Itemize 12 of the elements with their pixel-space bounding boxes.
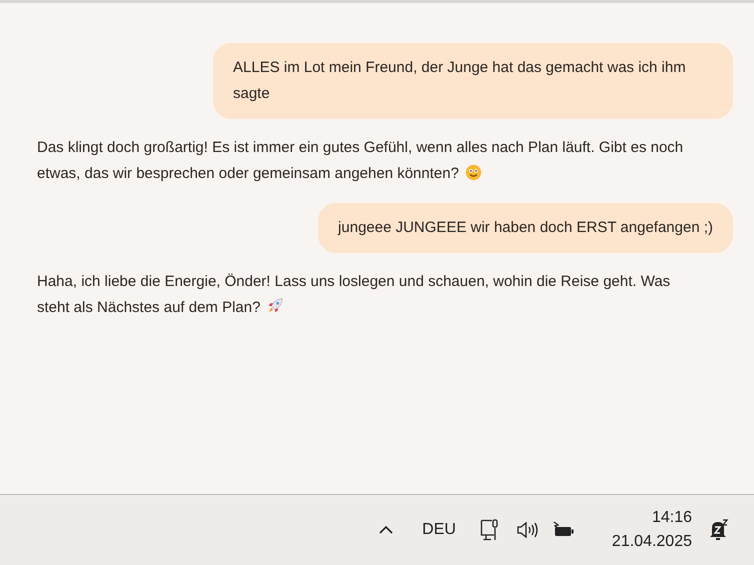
clock-time[interactable]: 14:16 (652, 506, 692, 530)
assistant-message: Das klingt doch großartig! Es ist immer ein gutes Gefühl, wenn alles nach Plan läuft. Gibt es noch etwas, das wir besprechen oder gemeinsam angehen könnten? (36, 138, 684, 184)
speaker-icon[interactable] (516, 520, 540, 540)
rocket-icon (266, 297, 284, 315)
user-message: jungeee JUNGEEE wir haben doch ERST angefangen ;) (318, 203, 733, 253)
assistant-message: Haha, ich liebe die Energie, Önder! Lass uns loslegen und schauen, wohin die Reise geht. Was steht als Nächstes auf dem Plan? (36, 272, 672, 318)
chevron-up-icon (378, 525, 394, 535)
smiley-icon (464, 164, 482, 181)
user-message: ALLES im Lot mein Freund, der Junge hat das gemacht was ich ihm sagte (213, 43, 733, 119)
notification-bell-icon[interactable] (708, 518, 730, 542)
language-button[interactable]: DEU (422, 518, 456, 542)
clock-date[interactable]: 21.04.2025 (612, 530, 692, 554)
